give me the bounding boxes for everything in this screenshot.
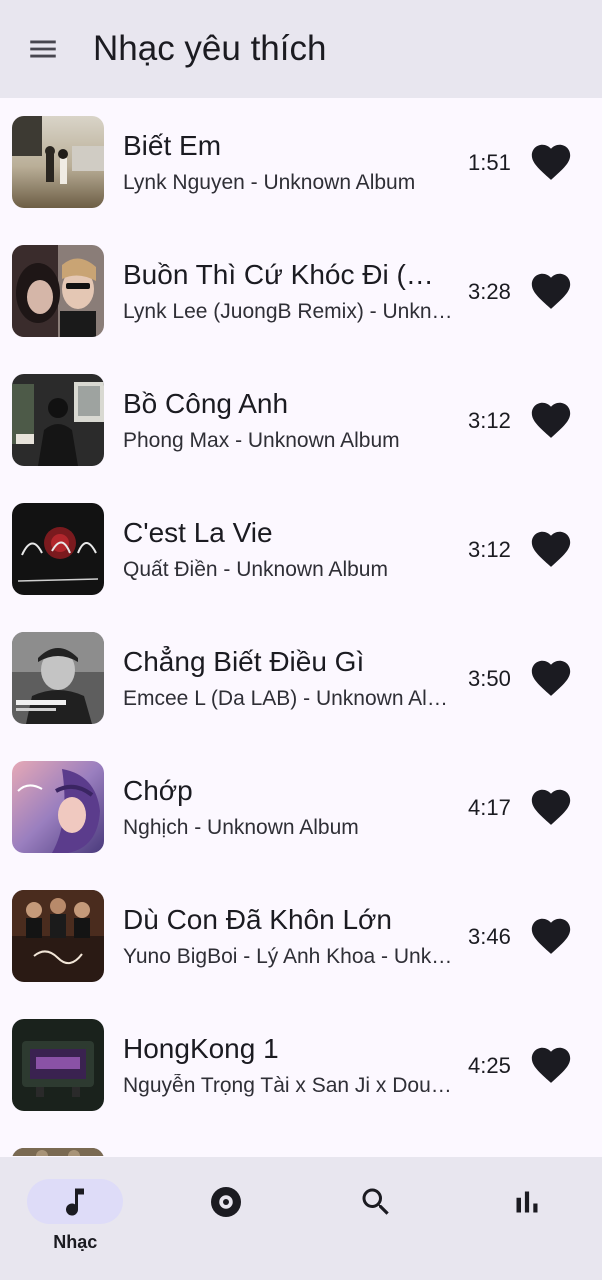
nav-item-stats[interactable] [452,1157,602,1280]
favorite-song-list[interactable]: Biết Em Lynk Nguyen - Unknown Album 1:51… [0,98,602,1156]
menu-button[interactable] [0,0,86,98]
song-title: Chớp [123,775,193,806]
song-duration: 3:28 [468,279,511,304]
nav-pill [479,1179,575,1224]
song-title: Chẳng Biết Điều Gì [123,646,365,677]
favorite-button[interactable] [526,267,576,315]
song-row[interactable]: Chẳng Biết Điều Gì Emcee L (Da LAB) - Un… [0,614,602,743]
song-artist-album: Emcee L (Da LAB) - Unknown Album [123,687,453,710]
heart-icon [531,402,571,438]
heart-icon [531,918,571,954]
heart-icon [531,273,571,309]
nav-pill [328,1179,424,1224]
song-row[interactable]: C'est La Vie Quất Điền - Unknown Album 3… [0,485,602,614]
nav-item-music[interactable]: Nhạc [0,1157,151,1280]
song-duration: 4:25 [468,1053,511,1078]
song-artist-album: Nguyễn Trọng Tài x San Ji x Double X - U… [123,1074,453,1097]
bar-chart-icon [516,1191,538,1212]
song-title: HongKong 1 [123,1033,279,1064]
favorite-button[interactable] [526,912,576,960]
song-duration: 1:51 [468,150,511,175]
menu-icon [30,40,56,58]
album-cover [12,761,104,853]
song-duration: 4:17 [468,795,511,820]
page-title: Nhạc yêu thích [93,29,327,68]
album-cover [12,245,104,337]
favorite-button[interactable] [526,1041,576,1089]
nav-label-music: Nhạc [53,1232,98,1252]
album-cover [12,632,104,724]
album-cover [12,116,104,208]
album-cover [12,374,104,466]
song-duration: 3:12 [468,408,511,433]
song-row[interactable]: Dù Con Đã Khôn Lớn Yuno BigBoi - Lý Anh … [0,872,602,1001]
song-artist-album: Lynk Nguyen - Unknown Album [123,171,416,194]
song-title: Buồn Thì Cứ Khóc Đi (JuongB Remix) [123,259,445,290]
album-cover [12,503,104,595]
heart-icon [531,144,571,180]
song-row[interactable]: Bồ Công Anh Phong Max - Unknown Album 3:… [0,356,602,485]
nav-active-indicator [27,1179,124,1224]
song-duration: 3:12 [468,537,511,562]
album-cover [12,1019,104,1111]
song-artist-album: Lynk Lee (JuongB Remix) - Unknown Album [123,300,453,323]
song-row[interactable] [0,1130,602,1156]
song-title: C'est La Vie [123,517,273,548]
album-cover [12,1148,104,1156]
album-disc-icon [210,1186,241,1217]
top-app-bar: Nhạc yêu thích [0,0,602,98]
song-duration: 3:50 [468,666,511,691]
song-row[interactable]: Chớp Nghịch - Unknown Album 4:17 [0,743,602,872]
song-row[interactable]: Biết Em Lynk Nguyen - Unknown Album 1:51 [0,98,602,227]
favorite-button[interactable] [526,138,576,186]
song-row[interactable]: Buồn Thì Cứ Khóc Đi (JuongB Remix) Lynk … [0,227,602,356]
song-artist-album: Phong Max - Unknown Album [123,429,400,452]
bottom-navigation-bar: Nhạc [0,1157,602,1280]
heart-icon [531,660,571,696]
song-title: Bồ Công Anh [123,388,289,419]
nav-pill [178,1179,274,1224]
heart-icon [531,1047,571,1083]
favorite-button[interactable] [526,396,576,444]
favorite-button[interactable] [526,654,576,702]
music-note-icon [66,1188,85,1216]
heart-icon [531,531,571,567]
album-cover [12,890,104,982]
nav-item-search[interactable] [301,1157,452,1280]
song-title: Dù Con Đã Khôn Lớn [123,904,392,935]
song-row[interactable]: HongKong 1 Nguyễn Trọng Tài x San Ji x D… [0,1001,602,1130]
favorite-button[interactable] [526,783,576,831]
song-duration: 3:46 [468,924,511,949]
heart-icon [531,789,571,825]
nav-item-albums[interactable] [151,1157,302,1280]
search-icon [362,1188,389,1215]
song-title: Biết Em [123,130,222,161]
song-artist-album: Nghịch - Unknown Album [123,816,359,839]
song-artist-album: Yuno BigBoi - Lý Anh Khoa - Unknown Albu… [123,945,453,968]
song-artist-album: Quất Điền - Unknown Album [123,558,388,581]
favorite-button[interactable] [526,525,576,573]
